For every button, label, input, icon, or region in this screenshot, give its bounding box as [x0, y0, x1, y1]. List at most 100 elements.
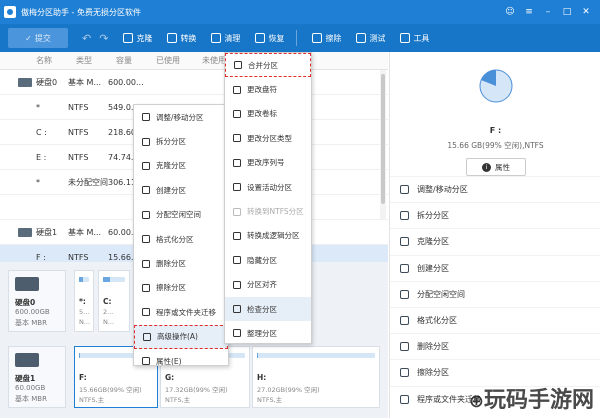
- op-clone[interactable]: 克隆分区: [390, 228, 600, 254]
- toolbar-clone[interactable]: 克隆: [123, 33, 152, 44]
- disk-card-name: 硬盘1: [15, 374, 36, 383]
- context-menu: 调整/移动分区 拆分分区 克隆分区 创建分区 分配空闲空间 格式化分区 删除分区…: [133, 104, 229, 366]
- close-button[interactable]: ✕: [578, 7, 594, 17]
- list-scrollbar[interactable]: [380, 70, 386, 220]
- col-used[interactable]: 已使用: [150, 52, 196, 69]
- create-icon: [400, 263, 409, 273]
- window-controls: ☺ ≡ – □ ✕: [502, 7, 600, 17]
- menu-item-check[interactable]: 检查分区: [225, 296, 311, 322]
- hard-disk-icon: [18, 228, 32, 237]
- menu-item-set-active[interactable]: 设置活动分区: [225, 175, 311, 199]
- active-icon: [233, 183, 241, 192]
- partition-box[interactable]: *: 5... N...: [74, 270, 94, 332]
- disk-card[interactable]: 硬盘0 600.00GB 基本 MBR: [8, 270, 66, 332]
- align-icon: [233, 280, 241, 289]
- op-label: 擦除分区: [417, 368, 449, 378]
- menu-item-change-serial[interactable]: 更改序列号: [225, 151, 311, 175]
- convert-icon: [233, 231, 241, 240]
- minimize-button[interactable]: –: [540, 7, 556, 17]
- format-icon: [400, 316, 409, 326]
- properties-button[interactable]: i 属性: [466, 158, 526, 176]
- migrate-icon: [400, 394, 409, 404]
- submit-label: 提交: [34, 33, 51, 43]
- partition-box[interactable]: C: 2... N...: [98, 270, 130, 332]
- menu-item-format[interactable]: 格式化分区: [134, 227, 228, 251]
- feedback-icon[interactable]: ☺: [502, 7, 518, 17]
- menu-item-change-label[interactable]: 更改卷标: [225, 102, 311, 126]
- menu-label: 调整/移动分区: [156, 112, 204, 122]
- toolbar-wipe-label: 擦除: [325, 33, 342, 43]
- menu-label: 程序或文件夹迁移: [156, 307, 216, 317]
- row-type: NTFS: [68, 152, 89, 162]
- menu-item-hide[interactable]: 隐藏分区: [225, 248, 311, 272]
- wipe-icon: [400, 368, 409, 378]
- menu-label: 转换到NTFS分区: [247, 207, 304, 217]
- redo-icon[interactable]: ↷: [99, 32, 108, 45]
- site-watermark: ⊕玩码手游网: [469, 382, 594, 414]
- menu-item-split[interactable]: 拆分分区: [134, 129, 228, 153]
- menu-label: 整理分区: [247, 328, 277, 338]
- menu-item-migrate[interactable]: 程序或文件夹迁移: [134, 300, 228, 324]
- menu-item-allocate[interactable]: 分配空闲空间: [134, 203, 228, 227]
- op-resize-move[interactable]: 调整/移动分区: [390, 176, 600, 202]
- toolbar-clean[interactable]: 清理: [211, 33, 240, 44]
- menu-item-delete[interactable]: 删除分区: [134, 251, 228, 275]
- menu-label: 格式化分区: [156, 234, 194, 244]
- partition-label: G:: [165, 373, 175, 382]
- menu-item-wipe[interactable]: 擦除分区: [134, 276, 228, 300]
- usage-pie-chart: [479, 69, 513, 103]
- menu-item-align[interactable]: 分区对齐: [225, 273, 311, 297]
- toolbar-test[interactable]: 测试: [356, 33, 385, 44]
- allocate-icon: [142, 210, 150, 219]
- column-header: 名称 类型 容量 已使用 未使用: [0, 52, 388, 70]
- menu-item-merge[interactable]: 合并分区: [225, 53, 311, 78]
- row-name: F :: [36, 252, 46, 262]
- submit-button[interactable]: ✓ 提交: [8, 28, 68, 48]
- menu-item-advanced[interactable]: 高级操作(A): [134, 324, 228, 349]
- disk-card-name: 硬盘0: [15, 298, 36, 307]
- partition-size: 2...: [103, 308, 114, 316]
- hard-disk-icon: [18, 78, 32, 87]
- clean-icon: [211, 33, 222, 43]
- menu-item-defrag[interactable]: 整理分区: [225, 321, 311, 345]
- partition-fs: NTFS,主: [165, 396, 191, 404]
- menu-icon[interactable]: ≡: [521, 7, 537, 17]
- op-label: 格式化分区: [417, 316, 457, 326]
- convert-icon: [233, 207, 241, 216]
- toolbar-tools-label: 工具: [413, 33, 430, 43]
- menu-label: 创建分区: [156, 185, 186, 195]
- col-name[interactable]: 名称: [0, 52, 70, 69]
- row-name: 硬盘0: [36, 77, 58, 87]
- op-delete[interactable]: 删除分区: [390, 333, 600, 359]
- toolbar-recover[interactable]: 恢复: [255, 33, 284, 44]
- menu-label: 拆分分区: [156, 137, 186, 147]
- clone-icon: [400, 237, 409, 247]
- op-allocate[interactable]: 分配空闲空间: [390, 280, 600, 307]
- maximize-button[interactable]: □: [559, 7, 575, 17]
- row-name: C :: [36, 127, 47, 137]
- row-name: E :: [36, 152, 47, 162]
- toolbar-tools[interactable]: 工具: [400, 33, 429, 44]
- disk-card-capacity: 60.00GB: [15, 384, 46, 392]
- op-split[interactable]: 拆分分区: [390, 202, 600, 228]
- toolbar-wipe[interactable]: 擦除: [312, 33, 341, 44]
- menu-item-convert-logical[interactable]: 转换成逻辑分区: [225, 224, 311, 248]
- disk-card[interactable]: 硬盘1 60.00GB 基本 MBR: [8, 346, 66, 408]
- menu-item-create[interactable]: 创建分区: [134, 178, 228, 202]
- menu-item-clone[interactable]: 克隆分区: [134, 154, 228, 178]
- toolbar-convert[interactable]: 转换: [167, 33, 196, 44]
- menu-item-resize[interactable]: 调整/移动分区: [134, 105, 228, 129]
- serial-icon: [233, 158, 241, 167]
- row-type: 未分配空间: [68, 177, 108, 187]
- menu-item-change-letter[interactable]: 更改盘符: [225, 77, 311, 101]
- col-type[interactable]: 类型: [70, 52, 110, 69]
- op-format[interactable]: 格式化分区: [390, 306, 600, 333]
- table-row[interactable]: 硬盘0 基本 M... 600.00...: [0, 70, 388, 95]
- menu-item-properties[interactable]: 属性(E): [134, 349, 228, 373]
- menu-item-change-type[interactable]: 更改分区类型: [225, 126, 311, 150]
- undo-icon[interactable]: ↶: [82, 32, 91, 45]
- partition-box[interactable]: H: 27.02GB(99% 空闲) NTFS,主: [252, 346, 380, 408]
- op-create[interactable]: 创建分区: [390, 254, 600, 281]
- col-capacity[interactable]: 容量: [110, 52, 150, 69]
- partition-size: 15.66GB(99% 空闲): [79, 386, 142, 394]
